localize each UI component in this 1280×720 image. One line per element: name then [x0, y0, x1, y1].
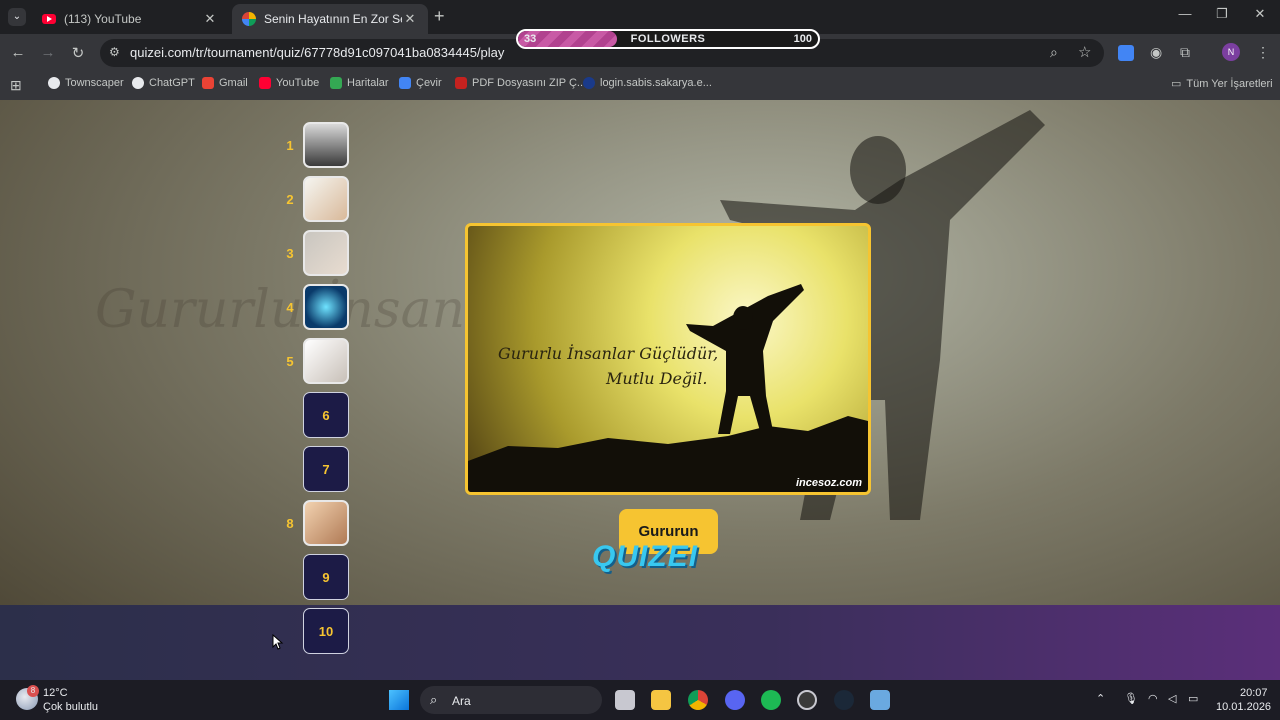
restore-icon[interactable]: ❐: [1207, 6, 1237, 22]
ranking-slot-1[interactable]: [303, 122, 349, 168]
site-info-icon[interactable]: ⚙: [109, 45, 120, 59]
mouse-cursor-icon: [272, 634, 284, 650]
folder-icon: ▭: [1171, 78, 1182, 90]
bookmark-townscaper[interactable]: Townscaper: [48, 77, 124, 89]
all-bookmarks-folder[interactable]: ▭ Tüm Yer İşaretleri: [1171, 77, 1273, 91]
bookmark-sabis[interactable]: login.sabis.sakarya.e...: [583, 77, 712, 89]
search-icon: ⌕: [430, 692, 438, 707]
app-mountain-icon[interactable]: [870, 690, 890, 710]
app-icon[interactable]: [797, 690, 817, 710]
bookmarks-bar: ⊞ Townscaper ChatGPT Gmail YouTube Harit…: [0, 72, 1280, 100]
forward-icon[interactable]: →: [38, 44, 58, 61]
menu-kebab-icon[interactable]: ⋮: [1256, 44, 1270, 61]
youtube-icon: [259, 77, 271, 89]
weather-desc: Çok bulutlu: [43, 701, 99, 713]
chrome-icon[interactable]: [688, 690, 708, 710]
translate-icon: [399, 77, 411, 89]
spotify-icon[interactable]: [761, 690, 781, 710]
tab-youtube[interactable]: (113) YouTube ✕: [32, 4, 228, 34]
extensions-puzzle-icon[interactable]: ⧉: [1180, 44, 1190, 61]
bookmark-youtube[interactable]: YouTube: [259, 77, 319, 89]
task-view-icon[interactable]: [615, 690, 635, 710]
close-tab-icon[interactable]: ✕: [202, 11, 218, 27]
quiz-page: Gururlu İnsanlar Güçlüdür, 1 2 3 4 5 6 7…: [0, 100, 1280, 680]
image-watermark: incesoz.com: [795, 477, 862, 489]
rank-number: 1: [286, 138, 294, 153]
ranking-slot-7[interactable]: 7: [303, 446, 349, 492]
wifi-icon[interactable]: ◠: [1148, 692, 1158, 705]
quote-line-2: Mutlu Değil.: [606, 369, 708, 388]
windows-start-icon[interactable]: [389, 690, 409, 710]
extension-icon[interactable]: ◉: [1150, 44, 1162, 61]
maps-icon: [330, 77, 342, 89]
close-tab-icon[interactable]: ✕: [402, 11, 418, 27]
windows-taskbar: 8 12°C Çok bulutlu ⌕ Ara ⌃ 🎙 ◠ ◁ ▭ 20:07…: [0, 680, 1280, 720]
rank-number: 8: [286, 516, 294, 531]
rank-number: 2: [286, 192, 294, 207]
clock-date[interactable]: 10.01.2026: [1216, 701, 1271, 713]
ranking-slot-5[interactable]: [303, 338, 349, 384]
tab-search-button[interactable]: ⌄: [8, 8, 26, 26]
chatgpt-icon: [132, 77, 144, 89]
ranking-slot-4[interactable]: [303, 284, 349, 330]
rank-number: 5: [286, 354, 294, 369]
youtube-favicon-icon: [42, 14, 56, 24]
clock-time[interactable]: 20:07: [1240, 687, 1268, 699]
file-explorer-icon[interactable]: [651, 690, 671, 710]
ranking-slot-2[interactable]: [303, 176, 349, 222]
apps-grid-icon[interactable]: ⊞: [10, 77, 22, 94]
weather-badge: 8: [27, 685, 39, 697]
tab-quiz[interactable]: Senin Hayatının En Zor Seçimi - ✕: [232, 4, 428, 34]
search-placeholder: Ara: [452, 694, 471, 708]
tab-title: (113) YouTube: [64, 12, 142, 26]
tray-chevron-up-icon[interactable]: ⌃: [1096, 692, 1105, 705]
ranking-slot-9[interactable]: 9: [303, 554, 349, 600]
quizei-favicon-icon: [242, 12, 256, 26]
bookmark-chatgpt[interactable]: ChatGPT: [132, 77, 195, 89]
followers-progress-bar: 33 FOLLOWERS 100: [516, 29, 820, 49]
background-floor: [0, 605, 1280, 680]
ranking-slot-3[interactable]: [303, 230, 349, 276]
choice-image-card[interactable]: Gururlu İnsanlar Güçlüdür, Mutlu Değil. …: [465, 223, 871, 495]
ranking-slot-10[interactable]: 10: [303, 608, 349, 654]
rank-number: 4: [286, 300, 294, 315]
translate-extension-icon[interactable]: [1118, 45, 1134, 61]
zoom-icon[interactable]: ⌕: [1050, 44, 1058, 61]
ranking-slot-6[interactable]: 6: [303, 392, 349, 438]
profile-avatar[interactable]: N: [1222, 43, 1240, 61]
tab-title: Senin Hayatının En Zor Seçimi -: [264, 12, 402, 26]
taskbar-search-box[interactable]: ⌕ Ara: [420, 686, 602, 714]
gmail-icon: [202, 77, 214, 89]
bookmark-gmail[interactable]: Gmail: [202, 77, 248, 89]
pdf-icon: [455, 77, 467, 89]
minimize-icon[interactable]: —: [1170, 6, 1200, 21]
bookmark-maps[interactable]: Haritalar: [330, 77, 389, 89]
quote-line-1: Gururlu İnsanlar Güçlüdür,: [498, 344, 719, 363]
new-tab-button[interactable]: +: [434, 6, 445, 27]
rank-number: 3: [286, 246, 294, 261]
bookmark-translate[interactable]: Çevir: [399, 77, 442, 89]
sabis-icon: [583, 77, 595, 89]
bookmark-star-icon[interactable]: ☆: [1078, 43, 1091, 61]
ranking-slot-8[interactable]: [303, 500, 349, 546]
microphone-icon[interactable]: 🎙: [1124, 692, 1138, 705]
globe-icon: [48, 77, 60, 89]
followers-label: FOLLOWERS: [630, 33, 706, 45]
bookmark-pdf-zip[interactable]: PDF Dosyasını ZIP Ç...: [455, 77, 586, 89]
followers-max: 100: [793, 33, 812, 45]
steam-icon[interactable]: [834, 690, 854, 710]
quizei-logo: QUIZEI: [592, 540, 699, 573]
back-icon[interactable]: ←: [8, 44, 28, 61]
volume-icon[interactable]: ◁: [1168, 692, 1176, 705]
discord-icon[interactable]: [725, 690, 745, 710]
reload-icon[interactable]: ↻: [68, 44, 88, 62]
url-text[interactable]: quizei.com/tr/tournament/quiz/67778d91c0…: [130, 45, 504, 60]
close-window-icon[interactable]: ✕: [1245, 6, 1275, 22]
weather-temp: 12°C: [43, 687, 68, 699]
battery-icon[interactable]: ▭: [1188, 692, 1198, 705]
